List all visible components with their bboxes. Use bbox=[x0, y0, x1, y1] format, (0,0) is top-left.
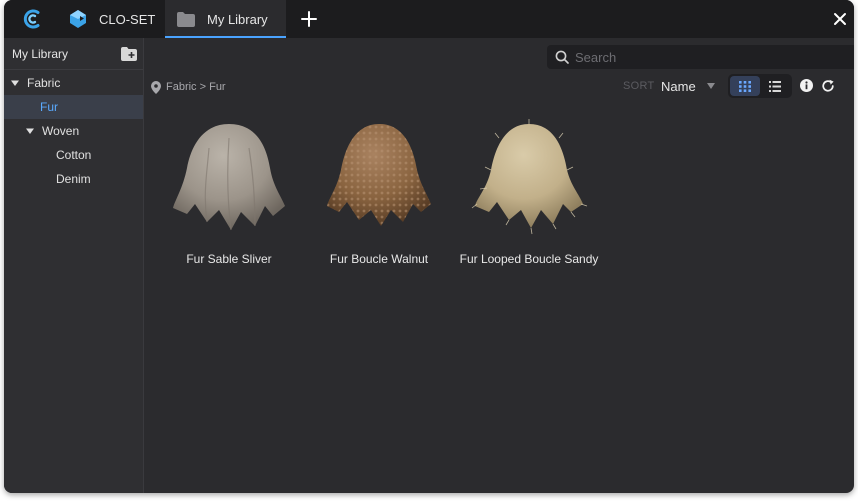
tab-clo-set-label: CLO-SET bbox=[99, 11, 156, 27]
sort-value: Name bbox=[661, 78, 696, 94]
sidebar-title: My Library bbox=[12, 46, 69, 61]
location-pin-icon bbox=[151, 80, 161, 94]
tree-item-woven[interactable]: Woven bbox=[4, 119, 143, 143]
search-box[interactable] bbox=[547, 45, 854, 69]
add-tab-icon[interactable] bbox=[298, 8, 320, 30]
tree-item-denim[interactable]: Denim bbox=[4, 167, 143, 191]
asset-name: Fur Boucle Walnut bbox=[329, 252, 429, 266]
tree-item-label: Fur bbox=[40, 100, 58, 114]
sort-label: SORT bbox=[623, 80, 655, 92]
close-icon[interactable] bbox=[832, 11, 848, 27]
asset-card[interactable]: Fur Sable Sliver bbox=[154, 118, 304, 278]
tab-my-library-label: My Library bbox=[207, 11, 268, 27]
sidebar: My Library Fabric Fur Woven Cotton Denim bbox=[4, 38, 144, 493]
title-bar: CLO-SET My Library bbox=[4, 0, 854, 38]
list-icon bbox=[769, 80, 781, 92]
tree-item-label: Woven bbox=[42, 124, 80, 138]
breadcrumb: Fabric > Fur bbox=[151, 79, 226, 95]
grid-icon bbox=[739, 80, 751, 92]
tree-item-label: Denim bbox=[56, 172, 91, 186]
info-icon[interactable] bbox=[800, 79, 813, 92]
tree-item-label: Cotton bbox=[56, 148, 92, 162]
list-view-button[interactable] bbox=[760, 76, 790, 96]
sort-dropdown[interactable]: Name bbox=[661, 76, 721, 96]
sidebar-header: My Library bbox=[4, 38, 143, 70]
clo-app-logo-icon[interactable] bbox=[22, 8, 44, 30]
caret-down-icon[interactable] bbox=[26, 127, 34, 135]
tab-my-library[interactable]: My Library bbox=[165, 0, 286, 38]
search-input[interactable] bbox=[575, 49, 854, 65]
asset-name: Fur Looped Boucle Sandy bbox=[459, 252, 599, 266]
clo-set-icon bbox=[70, 10, 86, 28]
grid-view-button[interactable] bbox=[730, 76, 760, 96]
breadcrumb-path: Fabric > Fur bbox=[166, 81, 226, 93]
search-icon bbox=[555, 50, 569, 64]
new-folder-icon[interactable] bbox=[121, 46, 137, 61]
tab-clo-set[interactable]: CLO-SET bbox=[64, 0, 164, 38]
view-toggle bbox=[728, 74, 792, 98]
fabric-thumbnail bbox=[173, 124, 285, 231]
asset-card[interactable]: Fur Looped Boucle Sandy bbox=[454, 118, 604, 278]
fabric-thumbnail bbox=[471, 119, 588, 235]
fabric-thumbnail bbox=[327, 124, 431, 226]
folder-icon bbox=[177, 11, 195, 27]
chevron-down-icon bbox=[707, 83, 715, 89]
tree-item-fabric[interactable]: Fabric bbox=[4, 71, 143, 95]
main-panel: Fabric > Fur SORT Name bbox=[144, 38, 854, 493]
category-tree: Fabric Fur Woven Cotton Denim bbox=[4, 70, 143, 191]
refresh-icon[interactable] bbox=[821, 79, 835, 93]
asset-name: Fur Sable Sliver bbox=[186, 252, 272, 266]
library-window: CLO-SET My Library My Library Fabric Fur… bbox=[4, 0, 854, 493]
asset-card[interactable]: Fur Boucle Walnut bbox=[304, 118, 454, 278]
caret-down-icon[interactable] bbox=[11, 79, 19, 87]
tree-item-cotton[interactable]: Cotton bbox=[4, 143, 143, 167]
tree-item-fur[interactable]: Fur bbox=[4, 95, 143, 119]
tree-item-label: Fabric bbox=[27, 76, 61, 90]
